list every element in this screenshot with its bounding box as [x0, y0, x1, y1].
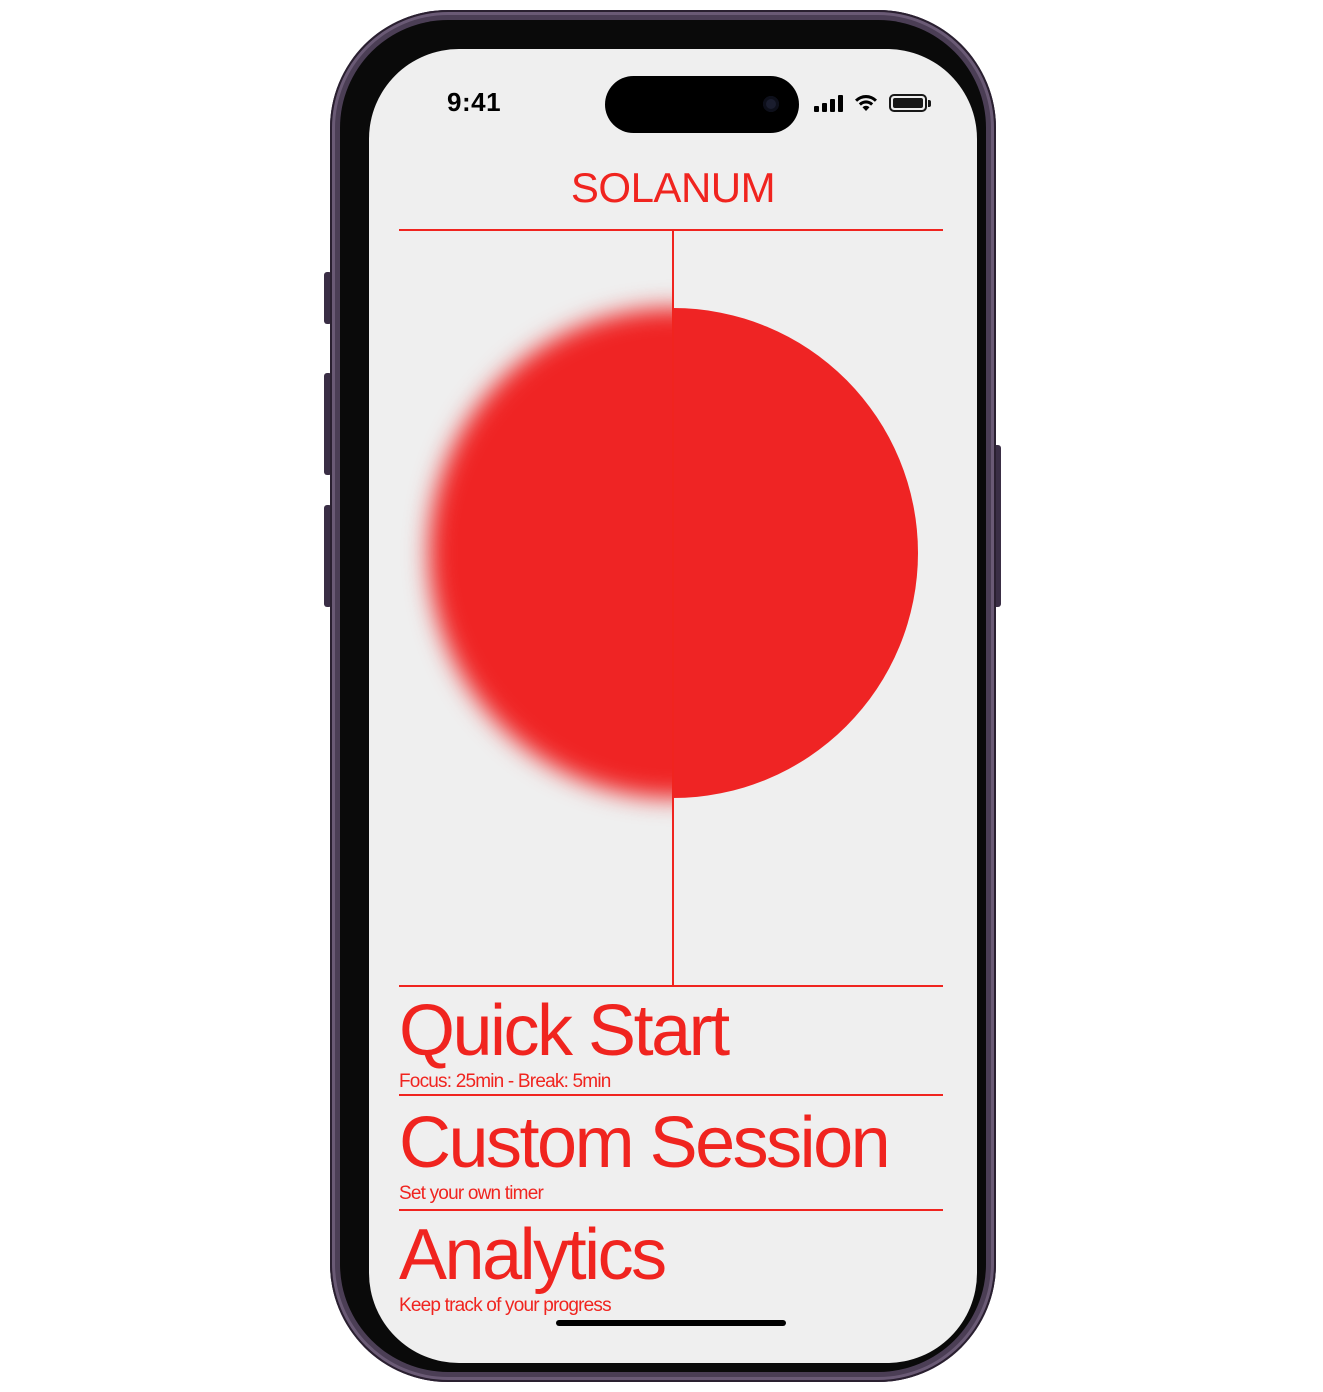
status-indicators — [814, 91, 931, 115]
battery-icon — [889, 94, 931, 112]
app-logo-title: SOLANUM — [570, 164, 776, 211]
device-mockup: 9:41 SOLANUM Quick Start Focus: 25min - … — [0, 0, 1323, 1392]
analytics-title: Analytics — [399, 1215, 667, 1295]
quick-start-title: Quick Start — [399, 991, 730, 1071]
cellular-signal-icon — [814, 94, 843, 112]
custom-session-button[interactable]: Custom Session Set your own timer — [399, 1107, 943, 1204]
center-divider — [672, 230, 674, 986]
analytics-subtitle: Keep track of your progress — [399, 1295, 612, 1316]
home-indicator[interactable] — [556, 1320, 786, 1326]
menu-divider — [399, 1209, 943, 1211]
wifi-icon — [855, 95, 877, 111]
dynamic-island — [605, 76, 799, 133]
custom-session-title: Custom Session — [399, 1103, 891, 1183]
phone-bezel: 9:41 SOLANUM Quick Start Focus: 25min - … — [340, 20, 986, 1372]
blurred-half-circle — [369, 230, 673, 986]
analytics-button[interactable]: Analytics Keep track of your progress — [399, 1219, 943, 1316]
quick-start-subtitle: Focus: 25min - Break: 5min — [399, 1071, 611, 1092]
camera-icon — [763, 96, 779, 112]
status-time: 9:41 — [447, 87, 502, 117]
sharp-half-circle — [673, 230, 977, 986]
sharp-circle-shape — [673, 308, 918, 798]
app-screen: 9:41 SOLANUM Quick Start Focus: 25min - … — [369, 49, 977, 1363]
quick-start-button[interactable]: Quick Start Focus: 25min - Break: 5min — [399, 995, 943, 1092]
blurred-circle-shape — [429, 308, 673, 798]
phone-frame: 9:41 SOLANUM Quick Start Focus: 25min - … — [330, 10, 996, 1382]
hero-bottom-divider — [399, 985, 943, 987]
menu-divider — [399, 1094, 943, 1096]
custom-session-subtitle: Set your own timer — [399, 1183, 544, 1204]
